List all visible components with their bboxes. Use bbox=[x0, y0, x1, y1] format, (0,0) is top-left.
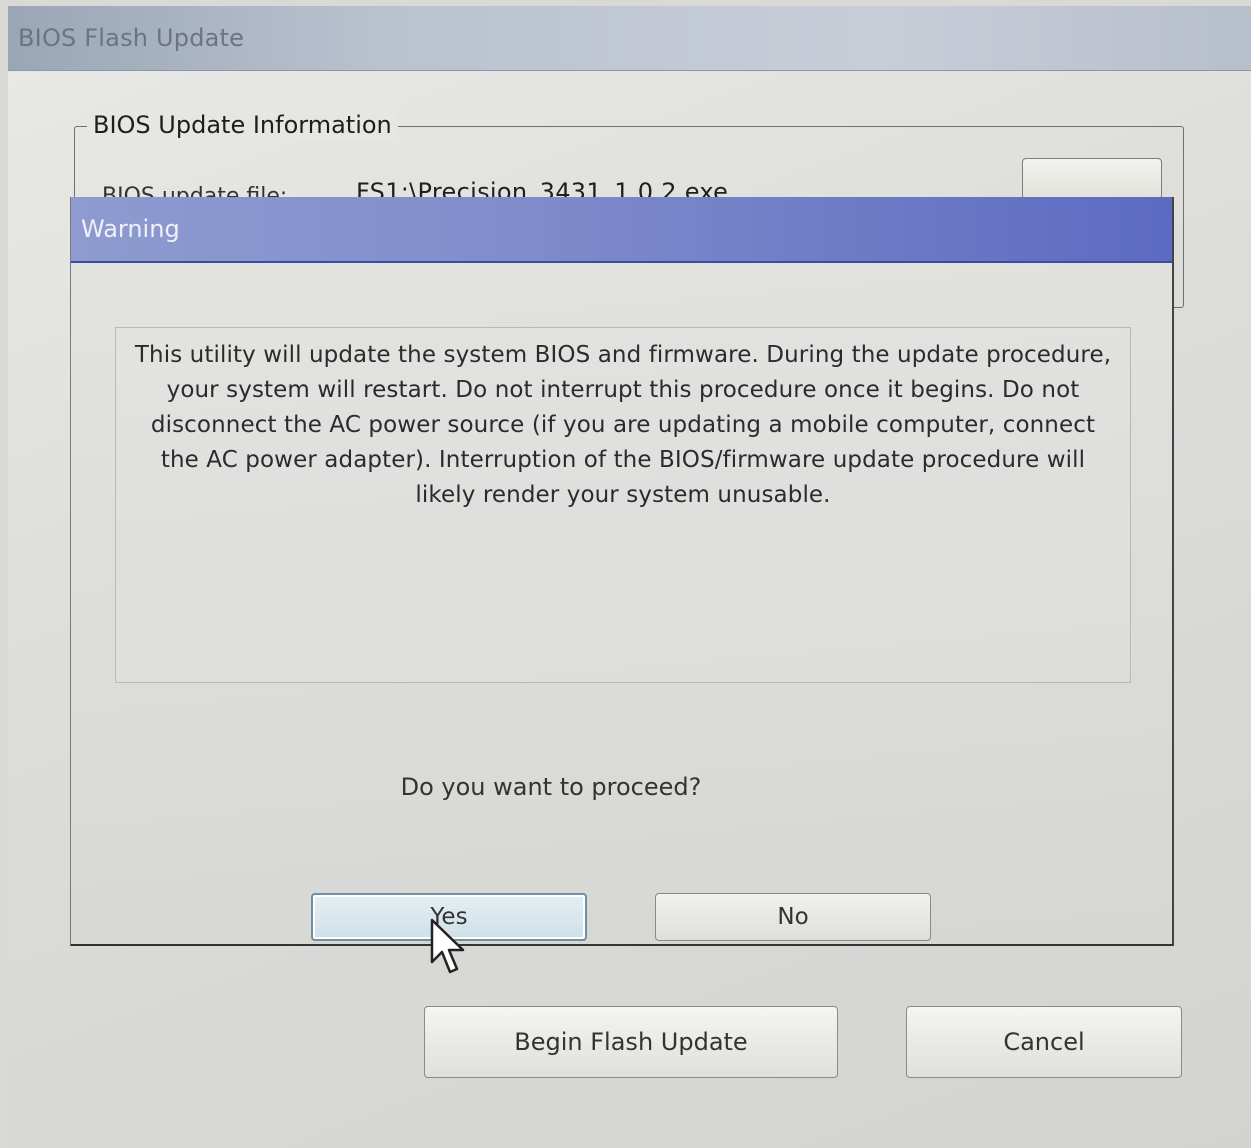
warning-dialog-title-bar: Warning bbox=[71, 197, 1172, 263]
group-legend: BIOS Update Information bbox=[87, 111, 398, 139]
begin-flash-update-button[interactable]: Begin Flash Update bbox=[424, 1006, 838, 1078]
no-button[interactable]: No bbox=[655, 893, 931, 941]
proceed-question: Do you want to proceed? bbox=[400, 773, 702, 801]
cancel-button[interactable]: Cancel bbox=[906, 1006, 1182, 1078]
window-title-bar: BIOS Flash Update bbox=[8, 6, 1251, 71]
mouse-pointer-icon bbox=[430, 918, 465, 974]
window-title: BIOS Flash Update bbox=[18, 24, 245, 52]
warning-message-text: This utility will update the system BIOS… bbox=[134, 342, 1112, 508]
warning-dialog-title: Warning bbox=[81, 215, 180, 243]
warning-dialog: Warning This utility will update the sys… bbox=[70, 197, 1174, 946]
warning-message-box: This utility will update the system BIOS… bbox=[115, 327, 1131, 683]
